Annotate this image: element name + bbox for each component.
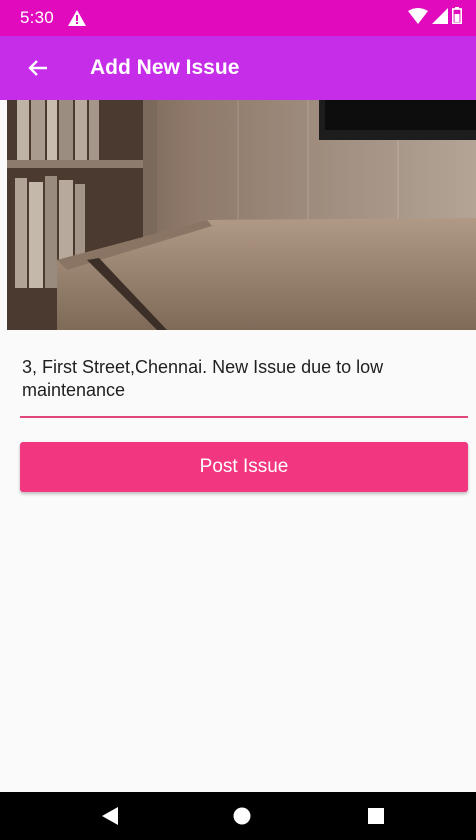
nav-back-button[interactable] (80, 792, 140, 840)
issue-photo (7, 100, 476, 330)
app-bar: Add New Issue (0, 36, 476, 100)
navigation-bar (0, 792, 476, 840)
issue-input-text[interactable]: 3, First Street,Chennai. New Issue due t… (20, 356, 468, 402)
nav-recents-button[interactable] (346, 792, 406, 840)
signal-icon (432, 7, 448, 29)
status-time: 5:30 (20, 8, 54, 27)
back-triangle-icon (102, 807, 118, 825)
arrow-back-icon (28, 60, 47, 76)
warning-icon (67, 10, 86, 26)
page-title: Add New Issue (90, 56, 240, 79)
back-button[interactable] (0, 36, 76, 100)
wifi-icon (408, 7, 428, 29)
nav-home-button[interactable] (212, 792, 272, 840)
status-bar: 5:30 (0, 0, 476, 36)
issue-input[interactable]: 3, First Street,Chennai. New Issue due t… (20, 356, 468, 418)
status-icons (408, 7, 462, 29)
recents-square-icon (368, 808, 384, 824)
home-circle-icon (233, 807, 251, 825)
post-issue-button[interactable]: Post Issue (20, 442, 468, 492)
battery-icon (452, 7, 462, 29)
